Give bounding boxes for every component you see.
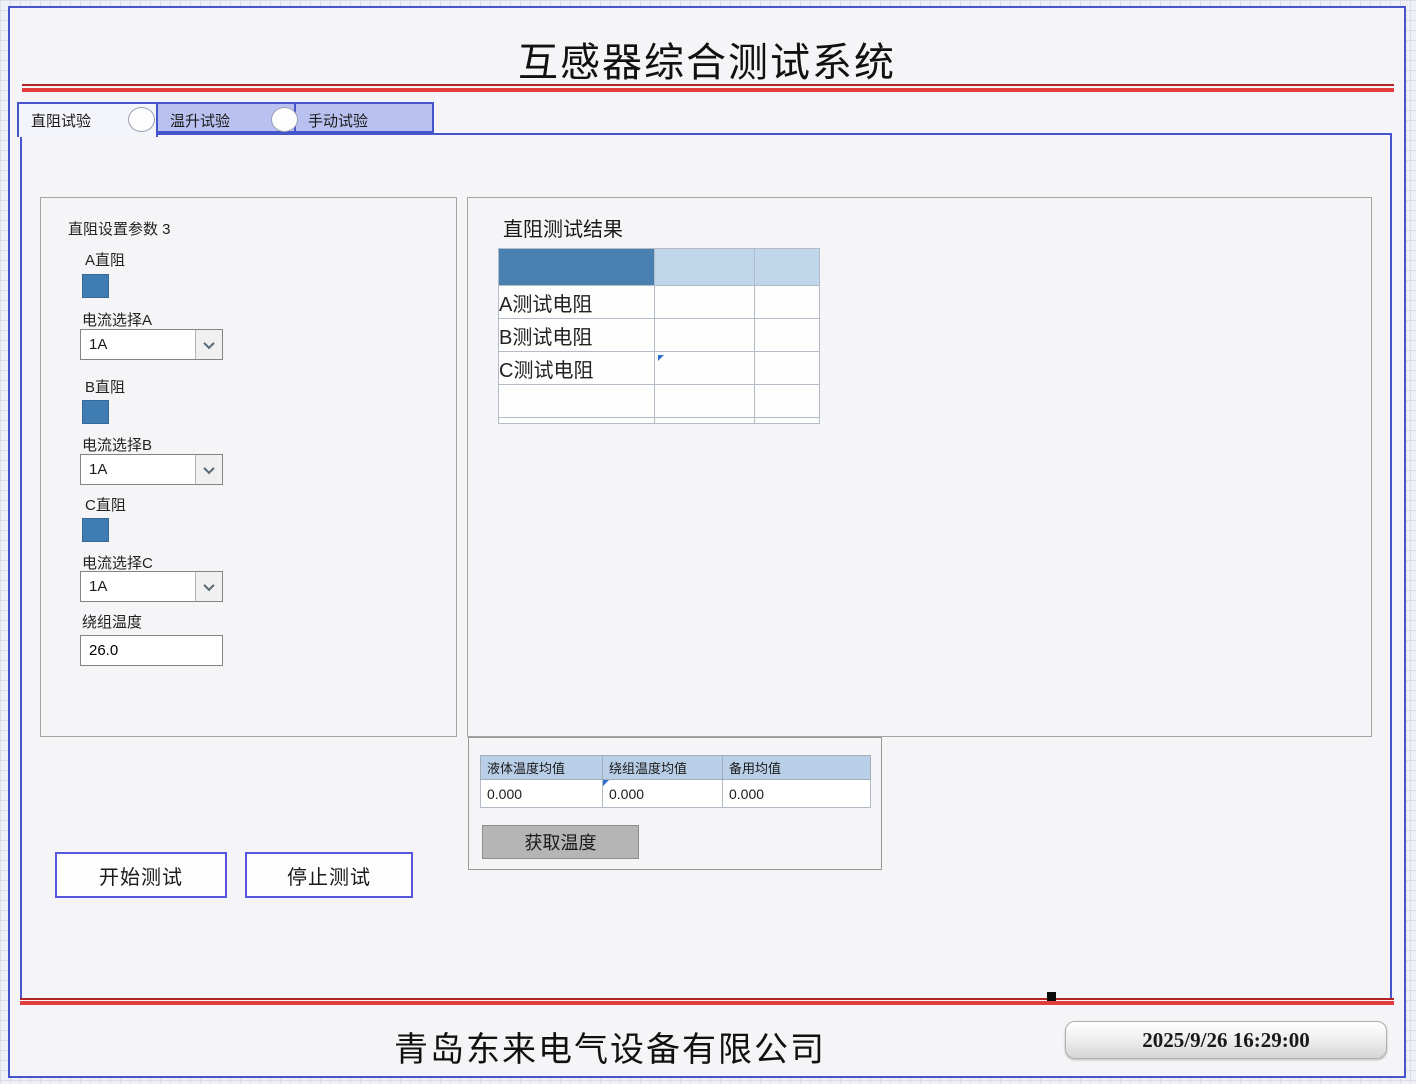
cell-corner-marker-icon (603, 780, 609, 786)
current-select-b[interactable]: 1A (80, 454, 223, 485)
radio-circle-icon (128, 107, 155, 132)
temp-col-spare: 备用均值 (723, 756, 871, 780)
datetime-text: 2025/9/26 16:29:00 (1142, 1028, 1309, 1053)
result-cell[interactable] (655, 286, 755, 319)
chevron-down-icon[interactable] (195, 455, 222, 484)
temperature-table: 液体温度均值 绕组温度均值 备用均值 0.000 0.000 0.000 (480, 755, 871, 808)
result-cell[interactable] (755, 319, 820, 352)
temperature-header-row: 液体温度均值 绕组温度均值 备用均值 (481, 756, 871, 780)
results-header-col2 (655, 249, 755, 286)
table-row: A测试电阻 (499, 286, 820, 319)
current-select-a-value: 1A (81, 336, 195, 353)
bottom-divider-line (20, 1001, 1394, 1005)
results-header-col3 (755, 249, 820, 286)
current-select-b-label: 电流选择B (82, 434, 152, 455)
temp-col-liquid: 液体温度均值 (481, 756, 603, 780)
current-select-b-value: 1A (81, 461, 195, 478)
indicator-c-label: C直阻 (85, 494, 126, 515)
datetime-display: 2025/9/26 16:29:00 (1065, 1021, 1387, 1059)
results-header-row (499, 249, 820, 286)
radio-circle-icon (271, 107, 298, 132)
strip-cell (655, 418, 755, 424)
chevron-down-icon[interactable] (195, 330, 222, 359)
indicator-b-label: B直阻 (85, 376, 125, 397)
get-temperature-label: 获取温度 (525, 829, 597, 855)
params-title: 直阻设置参数 3 (68, 218, 171, 239)
get-temperature-button[interactable]: 获取温度 (482, 825, 639, 859)
chevron-down-icon[interactable] (195, 572, 222, 601)
temp-col-winding: 绕组温度均值 (603, 756, 723, 780)
current-select-c-label: 电流选择C (82, 552, 153, 573)
row-label-c: C测试电阻 (499, 352, 655, 385)
top-divider-line (22, 88, 1394, 92)
result-cell[interactable] (655, 319, 755, 352)
strip-cell (755, 418, 820, 424)
current-select-c-value: 1A (81, 578, 195, 595)
indicator-a-status (82, 274, 109, 298)
top-divider-line-dark (22, 84, 1394, 86)
tab-label: 直阻试验 (31, 113, 91, 130)
temp-value-spare[interactable]: 0.000 (723, 780, 871, 808)
results-header-corner (499, 249, 655, 286)
results-table: A测试电阻 B测试电阻 C测试电阻 (498, 248, 820, 424)
result-cell[interactable] (755, 385, 820, 418)
results-title: 直阻测试结果 (503, 213, 623, 242)
bottom-divider-line-dark (20, 998, 1394, 1000)
stop-test-button[interactable]: 停止测试 (245, 852, 413, 898)
result-cell[interactable] (655, 352, 755, 385)
tab-label: 手动试验 (308, 113, 368, 130)
indicator-a-label: A直阻 (85, 249, 125, 270)
main-window: 互感器综合测试系统 直阻试验 温升试验 手动试验 直阻设置参数 3 A直阻 电流… (8, 6, 1406, 1078)
table-row-strip (499, 418, 820, 424)
start-test-label: 开始测试 (99, 861, 183, 890)
table-row (499, 385, 820, 418)
black-marker (1047, 992, 1056, 1001)
current-select-a[interactable]: 1A (80, 329, 223, 360)
row-label-empty (499, 385, 655, 418)
row-label-b: B测试电阻 (499, 319, 655, 352)
result-cell[interactable] (755, 352, 820, 385)
temp-value-winding[interactable]: 0.000 (603, 780, 723, 808)
stop-test-label: 停止测试 (287, 861, 371, 890)
result-cell[interactable] (755, 286, 820, 319)
tab-manual-test[interactable]: 手动试验 (294, 102, 434, 133)
row-label-a: A测试电阻 (499, 286, 655, 319)
current-select-c[interactable]: 1A (80, 571, 223, 602)
temp-value-liquid[interactable]: 0.000 (481, 780, 603, 808)
page-title: 互感器综合测试系统 (10, 30, 1404, 88)
winding-temp-label: 绕组温度 (82, 611, 142, 632)
strip-cell (499, 418, 655, 424)
table-row: B测试电阻 (499, 319, 820, 352)
indicator-b-status (82, 400, 109, 424)
tab-label: 温升试验 (170, 113, 230, 130)
start-test-button[interactable]: 开始测试 (55, 852, 227, 898)
current-select-a-label: 电流选择A (82, 309, 152, 330)
cell-corner-marker-icon (658, 355, 664, 361)
result-cell[interactable] (655, 385, 755, 418)
company-name: 青岛东来电气设备有限公司 (10, 1022, 1210, 1071)
temperature-value-row: 0.000 0.000 0.000 (481, 780, 871, 808)
winding-temp-input[interactable] (80, 635, 223, 666)
indicator-c-status (82, 518, 109, 542)
